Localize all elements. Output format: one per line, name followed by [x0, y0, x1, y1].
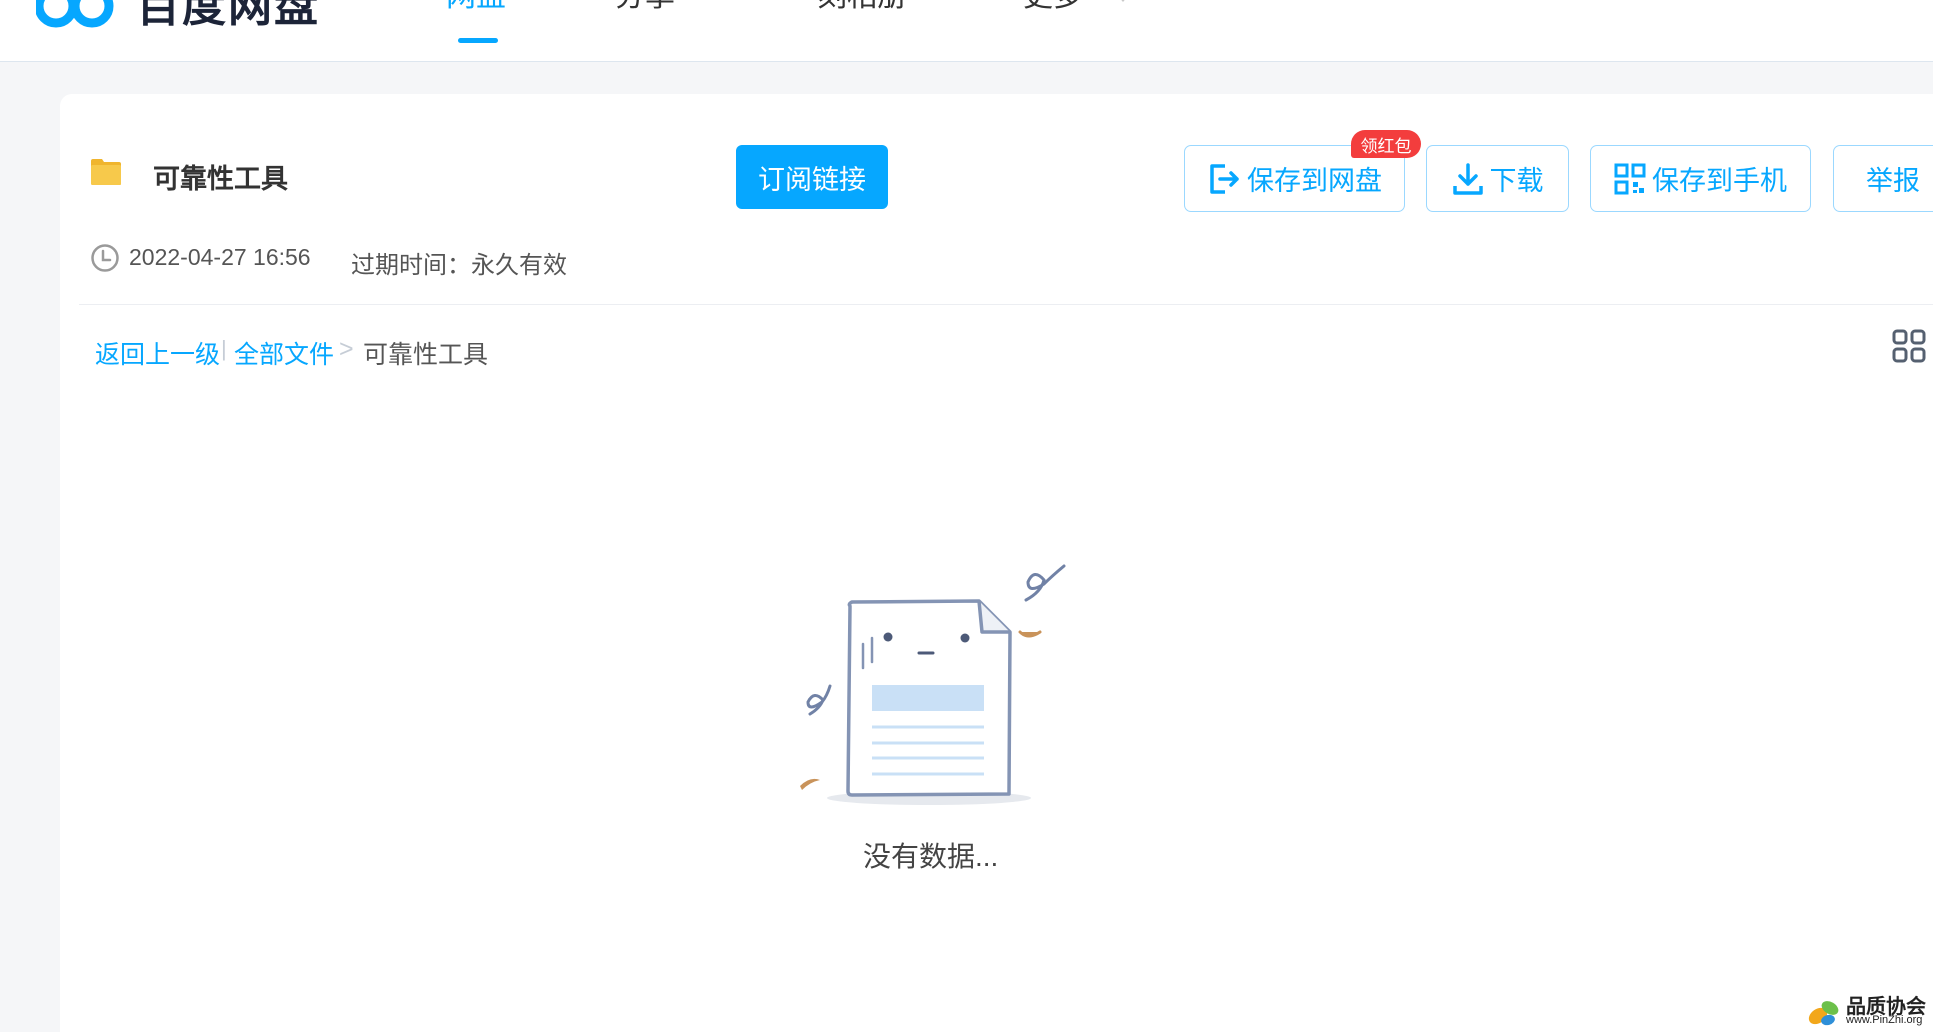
clock-icon [91, 244, 119, 272]
grid-view-icon[interactable] [1892, 329, 1926, 363]
share-title: 可靠性工具 [153, 164, 288, 194]
breadcrumb-arrow: > [339, 335, 354, 363]
subscribe-button[interactable]: 订阅链接 [736, 145, 888, 209]
breadcrumb-separator: | [221, 336, 227, 361]
save-to-phone-button[interactable]: 保存到手机 [1590, 145, 1811, 212]
pinzhi-watermark: 品质协会 www.PinZhi.org [1806, 990, 1930, 1030]
save-to-netdisk-label: 保存到网盘 [1247, 166, 1382, 196]
breadcrumb-current: 可靠性工具 [363, 341, 489, 369]
pinzhi-logo-icon [1808, 1001, 1839, 1026]
top-navbar: 百度网盘 网盘 分享 一刻相册 更多 [0, 0, 1933, 62]
save-to-phone-label: 保存到手机 [1652, 166, 1787, 196]
download-icon [1452, 162, 1483, 195]
report-button[interactable]: 举报 [1833, 145, 1933, 212]
nav-active-indicator [458, 38, 498, 43]
breadcrumb-back-link[interactable]: 返回上一级 [95, 335, 220, 371]
report-label: 举报 [1866, 166, 1920, 196]
share-date: 2022-04-27 16:56 [129, 244, 311, 270]
logo-text: 百度网盘 [136, 0, 320, 31]
empty-state-text: 没有数据... [863, 841, 999, 872]
save-to-disk-icon [1210, 163, 1239, 194]
download-button[interactable]: 下载 [1426, 145, 1569, 212]
nav-netdisk[interactable]: 网盘 [446, 0, 506, 12]
folder-icon [91, 159, 121, 185]
nav-more[interactable]: 更多 [1023, 0, 1083, 12]
baidu-netdisk-logo[interactable]: 百度网盘 [36, 0, 320, 32]
header-divider [79, 304, 1933, 305]
qr-code-icon [1614, 163, 1646, 194]
download-label: 下载 [1489, 166, 1544, 196]
chevron-down-icon[interactable] [1113, 0, 1133, 2]
empty-document-illustration [800, 564, 1066, 805]
nav-album[interactable]: 一刻相册 [787, 0, 907, 12]
expire-time: 过期时间：永久有效 [351, 252, 567, 279]
watermark-url: www.PinZhi.org [1846, 1014, 1923, 1026]
breadcrumb-all-files[interactable]: 全部文件 [234, 335, 334, 371]
red-packet-badge[interactable]: 领红包 [1351, 130, 1421, 158]
cloud-logo-icon [36, 0, 114, 28]
nav-share[interactable]: 分享 [615, 0, 675, 12]
